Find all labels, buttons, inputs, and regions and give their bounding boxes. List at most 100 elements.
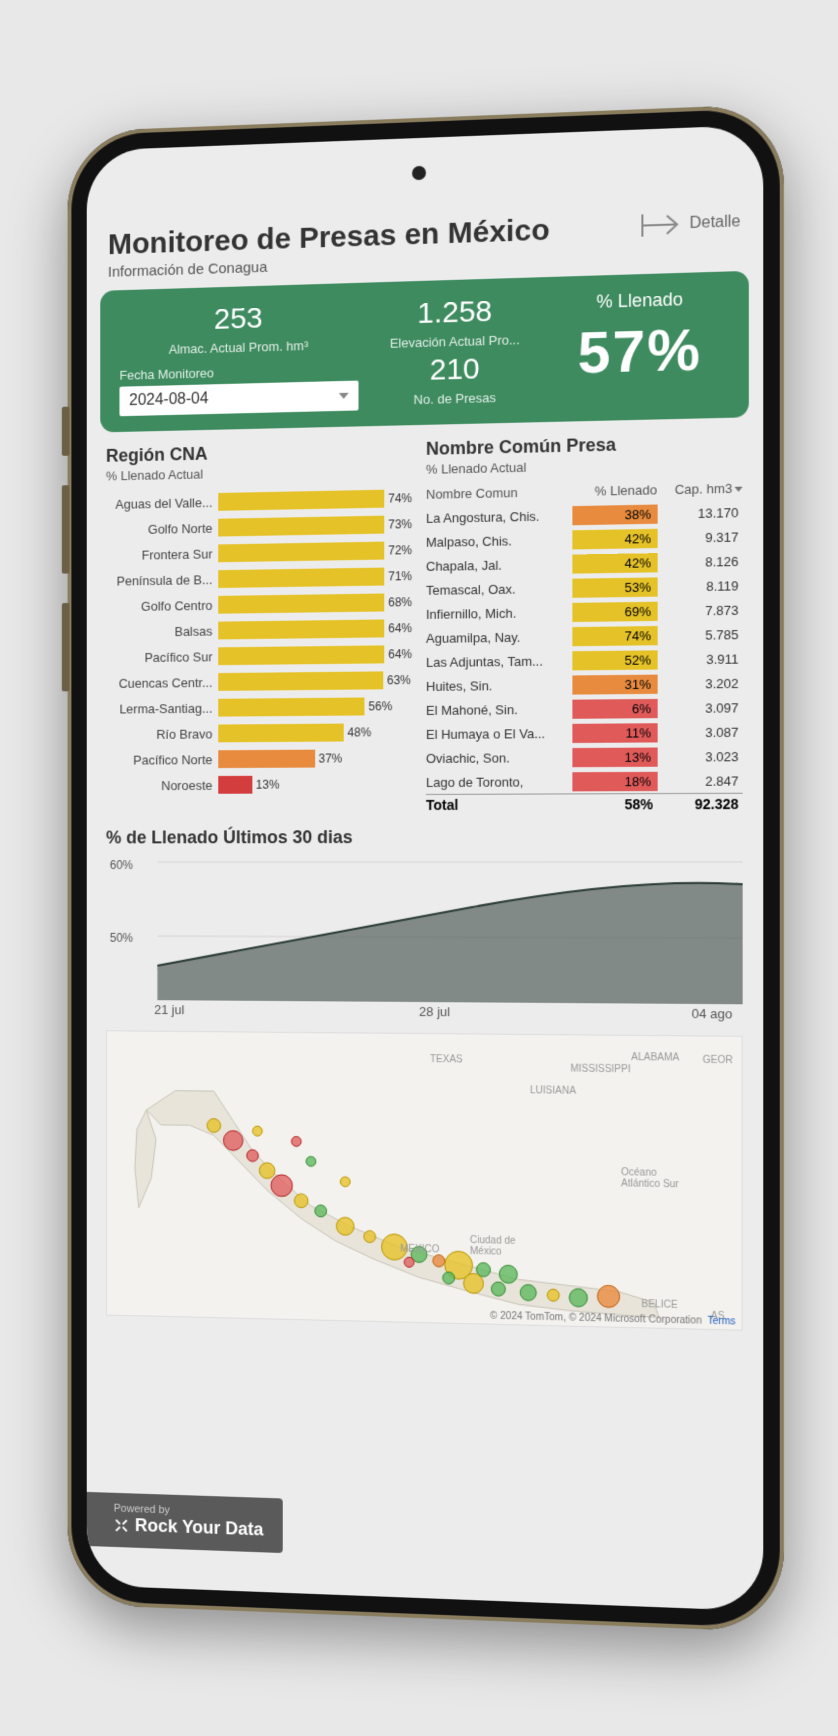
region-name: Cuencas Centr...	[106, 675, 218, 691]
map-label-texas: TEXAS	[430, 1054, 463, 1065]
presa-cap: 2.847	[657, 773, 742, 789]
kpi-elev-value: 1.258	[368, 293, 541, 332]
region-row[interactable]: Río Bravo48%	[106, 719, 412, 747]
table-row[interactable]: El Mahoné, Sin.6%3.097	[426, 695, 743, 722]
region-name: Golfo Norte	[106, 520, 218, 537]
region-pct: 56%	[368, 699, 392, 713]
trend-ytick-0: 60%	[110, 858, 133, 872]
presa-cap: 5.785	[657, 626, 742, 642]
region-chart: Región CNA % Llenado Actual Aguas del Va…	[106, 439, 412, 814]
map-label-luisiana: LUISIANA	[530, 1085, 576, 1097]
region-pct: 64%	[388, 647, 412, 661]
date-filter-label: Fecha Monitoreo	[119, 362, 358, 383]
region-name: Frontera Sur	[106, 546, 218, 563]
presa-cap: 9.317	[657, 529, 742, 546]
arrow-right-icon	[641, 209, 682, 241]
region-name: Río Bravo	[106, 726, 218, 742]
table-row[interactable]: Oviachic, Son.13%3.023	[426, 744, 743, 770]
kpi-band: 253 Almac. Actual Prom. hm³ 1.258 Elevac…	[100, 271, 749, 433]
table-row[interactable]: El Humaya o El Va...11%3.087	[426, 720, 743, 746]
region-row[interactable]: Cuencas Centr... 63%	[106, 667, 412, 696]
region-bar	[218, 490, 384, 511]
region-row[interactable]: Noroeste13%	[106, 771, 412, 798]
presa-pct: 69%	[572, 601, 657, 621]
trend-chart[interactable]: 60% 50%	[106, 852, 743, 1005]
region-pct: 63%	[387, 673, 411, 687]
region-bar	[218, 542, 384, 563]
presa-cap: 8.119	[657, 578, 742, 594]
presa-total-pct: 58%	[572, 796, 657, 812]
presa-cap: 8.126	[657, 553, 742, 570]
map-label-mississippi: MISSISSIPPI	[570, 1064, 630, 1076]
map-terms-link[interactable]: Terms	[708, 1316, 736, 1328]
region-bar	[218, 724, 343, 743]
map-canvas[interactable]: TEXAS ALABAMA MISSISSIPPI GEOR LUISIANA …	[106, 1030, 743, 1330]
brand-icon	[114, 1517, 129, 1533]
region-name: Pacífico Sur	[106, 649, 218, 665]
presa-name: Lago de Toronto,	[426, 774, 572, 790]
region-row[interactable]: Balsas64%	[106, 615, 412, 645]
phone-volume-up	[62, 485, 70, 573]
region-pct: 71%	[388, 569, 412, 583]
presa-cap: 3.087	[657, 724, 742, 740]
presa-pct: 52%	[572, 650, 657, 670]
region-bar	[218, 594, 384, 614]
presa-total-cap: 92.328	[657, 796, 742, 813]
presa-pct: 31%	[572, 674, 657, 694]
presa-name: Aguamilpa, Nay.	[426, 629, 572, 646]
presa-cap: 3.911	[657, 651, 742, 667]
presa-name: El Humaya o El Va...	[426, 725, 572, 741]
presa-col-pct[interactable]: % Llenado	[572, 482, 657, 499]
presa-col-cap[interactable]: Cap. hm3	[657, 481, 742, 498]
sort-desc-icon	[734, 487, 742, 492]
kpi-almac-label: Almac. Actual Prom. hm³	[119, 337, 358, 358]
presa-name: Huites, Sin.	[426, 677, 572, 693]
presa-name: Temascal, Oax.	[426, 580, 572, 597]
presa-pct: 53%	[572, 577, 657, 597]
presa-pct: 18%	[572, 771, 657, 791]
region-row[interactable]: Lerma-Santiag...56%	[106, 693, 412, 721]
date-select[interactable]	[119, 381, 358, 417]
kpi-elev-label: Elevación Actual Pro...	[368, 332, 541, 352]
map-label-alabama: ALABAMA	[631, 1052, 679, 1064]
region-name: Noroeste	[106, 777, 218, 792]
presa-col-name[interactable]: Nombre Comun	[426, 484, 572, 502]
trend-ytick-1: 50%	[110, 931, 133, 945]
table-row[interactable]: Las Adjuntas, Tam...52%3.911	[426, 646, 743, 674]
presa-pct: 11%	[572, 723, 657, 743]
presa-name: Chapala, Jal.	[426, 556, 572, 573]
kpi-presas-label: No. de Presas	[368, 389, 541, 408]
region-name: Pacífico Norte	[106, 752, 218, 767]
kpi-elev: 1.258 Elevación Actual Pro...	[368, 293, 541, 351]
table-row[interactable]: Aguamilpa, Nay.74%5.785	[426, 622, 743, 650]
region-bar	[218, 568, 384, 588]
kpi-fill: % Llenado 57%	[552, 288, 729, 388]
region-row[interactable]: Golfo Centro68%	[106, 589, 412, 619]
presa-pct: 74%	[572, 626, 657, 646]
presa-pct: 13%	[572, 747, 657, 767]
table-row[interactable]: Lago de Toronto,18%2.847	[426, 768, 743, 794]
phone-volume-down	[62, 603, 70, 691]
region-pct: 37%	[319, 751, 343, 765]
presa-total-label: Total	[426, 796, 572, 813]
region-row[interactable]: Pacífico Sur 64%	[106, 641, 412, 670]
region-name: Península de B...	[106, 572, 218, 589]
presa-table: Nombre Común Presa % Llenado Actual Nomb…	[426, 432, 743, 813]
presa-name: La Angostura, Chis.	[426, 508, 572, 526]
region-bar	[218, 750, 314, 768]
region-pct: 68%	[388, 595, 412, 609]
region-bar	[218, 776, 252, 794]
trend-title: % de Llenado Últimos 30 dias	[106, 826, 743, 848]
kpi-presas-value: 210	[368, 351, 541, 390]
region-pct: 74%	[388, 491, 412, 505]
region-row[interactable]: Pacífico Norte 37%	[106, 745, 412, 773]
map-label-georgia: GEOR	[703, 1055, 733, 1066]
date-filter-block: Fecha Monitoreo	[119, 356, 358, 417]
presa-name: Malpaso, Chis.	[426, 532, 572, 550]
table-row[interactable]: Huites, Sin.31%3.202	[426, 671, 743, 698]
trend-xtick-0: 21 jul	[154, 1002, 184, 1017]
detail-button[interactable]: Detalle	[641, 207, 741, 241]
presa-cap: 3.097	[657, 700, 742, 716]
powered-by-badge[interactable]: Powered by Rock Your Data	[87, 1492, 283, 1553]
phone-screen: Monitoreo de Presas en México Informació…	[87, 125, 763, 1611]
